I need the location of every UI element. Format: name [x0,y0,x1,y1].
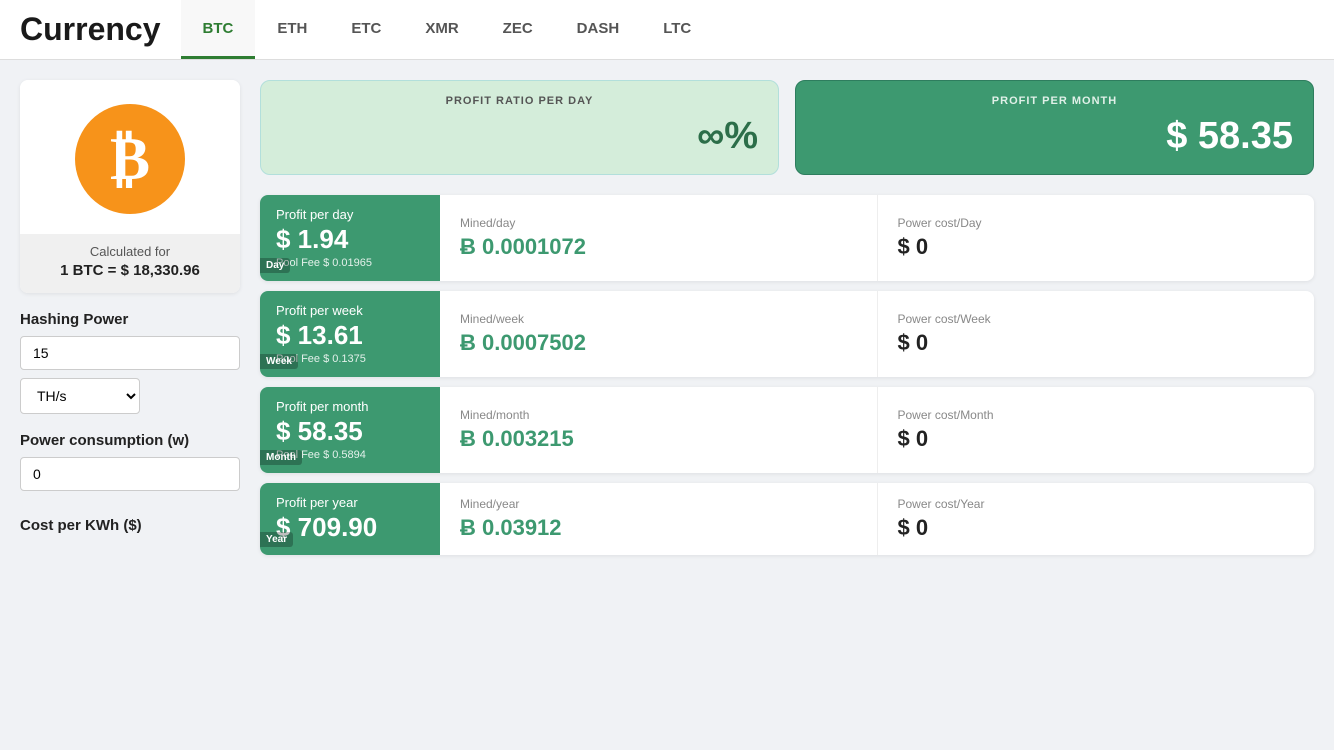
power-value-0: $ 0 [898,234,1295,260]
page-title: Currency [20,11,161,48]
header: Currency BTCETHETCXMRZECDASHLTC [0,0,1334,60]
power-consumption-input[interactable] [20,457,240,491]
period-badge-0: Day [260,258,290,273]
pool-fee-0: Pool Fee $ 0.01965 [276,257,424,269]
power-cell-1: Power cost/Week $ 0 [877,291,1315,377]
profit-amount-2: $ 58.35 [276,416,424,447]
power-consumption-section: Power consumption (w) [20,432,240,499]
btc-symbol: ₿ [110,129,150,189]
power-label-0: Power cost/Day [898,216,1295,230]
data-row: Profit per day $ 1.94 Pool Fee $ 0.01965… [260,195,1314,281]
profit-amount-1: $ 13.61 [276,320,424,351]
sidebar: ₿ Calculated for 1 BTC = $ 18,330.96 Has… [20,80,240,730]
data-row-left-1: Profit per week $ 13.61 Pool Fee $ 0.137… [260,291,440,377]
profit-label-0: Profit per day [276,207,424,222]
currency-tabs: BTCETHETCXMRZECDASHLTC [181,0,714,59]
mined-label-0: Mined/day [460,216,857,230]
power-value-1: $ 0 [898,330,1295,356]
cost-per-kwh-label: Cost per KWh ($) [20,517,240,534]
calculated-for-label: Calculated for [90,244,170,259]
period-badge-1: Week [260,354,298,369]
mined-value-0: Ƀ 0.0001072 [460,234,857,260]
tab-btc[interactable]: BTC [181,0,256,59]
pool-fee-1: Pool Fee $ 0.1375 [276,353,424,365]
data-row-right-1: Mined/week Ƀ 0.0007502 Power cost/Week $… [440,291,1314,377]
tab-ltc[interactable]: LTC [641,0,713,59]
coin-price-area: Calculated for 1 BTC = $ 18,330.96 [20,234,240,293]
power-cell-0: Power cost/Day $ 0 [877,195,1315,281]
mined-label-1: Mined/week [460,312,857,326]
mined-value-3: Ƀ 0.03912 [460,515,857,541]
data-row-right-3: Mined/year Ƀ 0.03912 Power cost/Year $ 0 [440,483,1314,555]
data-row-right-2: Mined/month Ƀ 0.003215 Power cost/Month … [440,387,1314,473]
btc-price: 1 BTC = $ 18,330.96 [30,262,230,279]
profit-ratio-value: ∞% [281,115,758,158]
data-rows: Profit per day $ 1.94 Pool Fee $ 0.01965… [260,195,1314,555]
mined-value-2: Ƀ 0.003215 [460,426,857,452]
mined-value-1: Ƀ 0.0007502 [460,330,857,356]
profit-month-card: PROFIT PER MONTH $ 58.35 [795,80,1314,175]
coin-card: ₿ Calculated for 1 BTC = $ 18,330.96 [20,80,240,293]
mined-cell-3: Mined/year Ƀ 0.03912 [440,483,877,555]
tab-etc[interactable]: ETC [329,0,403,59]
profit-amount-0: $ 1.94 [276,224,424,255]
power-value-3: $ 0 [898,515,1295,541]
profit-month-label: PROFIT PER MONTH [816,95,1293,107]
data-row-left-3: Profit per year $ 709.90 Year [260,483,440,555]
mined-cell-0: Mined/day Ƀ 0.0001072 [440,195,877,281]
profit-label-3: Profit per year [276,495,424,510]
profit-ratio-card: PROFIT RATIO PER DAY ∞% [260,80,779,175]
profit-label-1: Profit per week [276,303,424,318]
btc-logo: ₿ [75,104,185,214]
power-label-1: Power cost/Week [898,312,1295,326]
hashing-unit-select[interactable]: TH/s GH/s MH/s KH/s [20,378,140,414]
tab-dash[interactable]: DASH [555,0,642,59]
profit-month-value: $ 58.35 [816,115,1293,158]
profit-label-2: Profit per month [276,399,424,414]
data-row: Profit per month $ 58.35 Pool Fee $ 0.58… [260,387,1314,473]
power-cell-3: Power cost/Year $ 0 [877,483,1315,555]
power-value-2: $ 0 [898,426,1295,452]
tab-xmr[interactable]: XMR [403,0,480,59]
tab-eth[interactable]: ETH [255,0,329,59]
data-row-left-0: Profit per day $ 1.94 Pool Fee $ 0.01965… [260,195,440,281]
mined-cell-1: Mined/week Ƀ 0.0007502 [440,291,877,377]
power-consumption-label: Power consumption (w) [20,432,240,449]
power-label-3: Power cost/Year [898,497,1295,511]
data-row-left-2: Profit per month $ 58.35 Pool Fee $ 0.58… [260,387,440,473]
main-layout: ₿ Calculated for 1 BTC = $ 18,330.96 Has… [0,60,1334,750]
data-row: Profit per year $ 709.90 Year Mined/year… [260,483,1314,555]
period-badge-3: Year [260,532,293,547]
tab-zec[interactable]: ZEC [481,0,555,59]
period-badge-2: Month [260,450,302,465]
power-cell-2: Power cost/Month $ 0 [877,387,1315,473]
coin-icon-area: ₿ [20,80,240,234]
data-row: Profit per week $ 13.61 Pool Fee $ 0.137… [260,291,1314,377]
power-label-2: Power cost/Month [898,408,1295,422]
profit-ratio-label: PROFIT RATIO PER DAY [281,95,758,107]
hashing-power-section: Hashing Power TH/s GH/s MH/s KH/s [20,311,240,414]
mined-cell-2: Mined/month Ƀ 0.003215 [440,387,877,473]
data-row-right-0: Mined/day Ƀ 0.0001072 Power cost/Day $ 0 [440,195,1314,281]
cost-per-kwh-section: Cost per KWh ($) [20,517,240,534]
content-area: PROFIT RATIO PER DAY ∞% PROFIT PER MONTH… [260,80,1314,730]
profit-cards: PROFIT RATIO PER DAY ∞% PROFIT PER MONTH… [260,80,1314,175]
profit-amount-3: $ 709.90 [276,512,424,543]
hashing-power-input[interactable] [20,336,240,370]
mined-label-2: Mined/month [460,408,857,422]
hashing-power-label: Hashing Power [20,311,240,328]
mined-label-3: Mined/year [460,497,857,511]
